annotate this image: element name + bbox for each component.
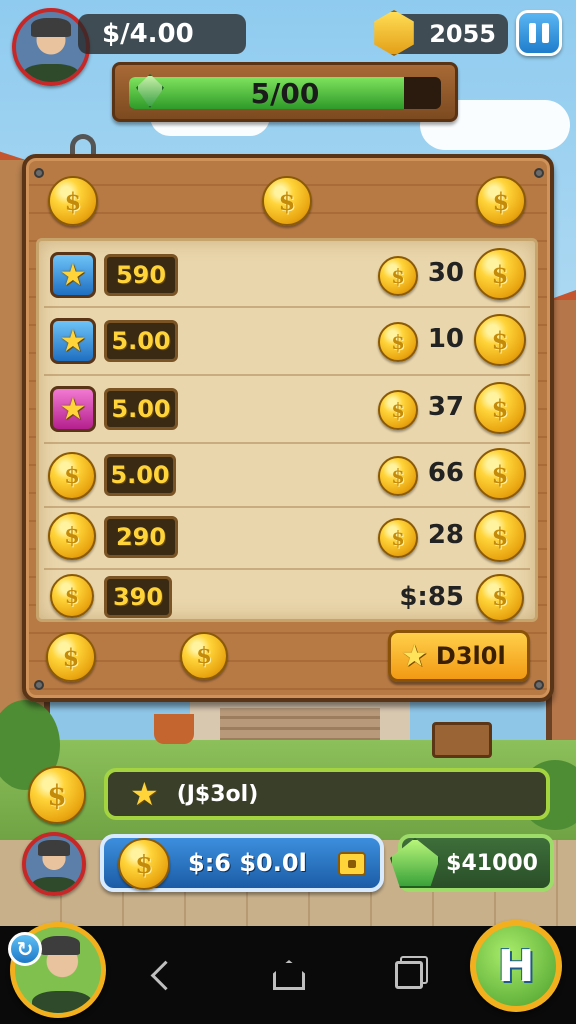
coin-icon bbox=[262, 176, 312, 226]
coin-icon bbox=[180, 632, 228, 680]
row-divider bbox=[44, 374, 530, 376]
gem-value: 2055 bbox=[429, 20, 496, 48]
price-tag: 290 bbox=[104, 516, 178, 558]
coin-icon bbox=[474, 382, 526, 434]
row-divider bbox=[44, 442, 530, 444]
progress-track: 5/00 bbox=[129, 77, 441, 109]
help-button[interactable]: H bbox=[470, 920, 562, 1012]
coin-icon bbox=[48, 176, 98, 226]
star-icon: ★ bbox=[50, 318, 96, 364]
coin-icon bbox=[48, 452, 96, 500]
coin-icon bbox=[474, 510, 526, 562]
bolt bbox=[534, 168, 544, 178]
price-tag: 590 bbox=[104, 254, 178, 296]
row-divider bbox=[44, 506, 530, 508]
pause-button[interactable] bbox=[516, 10, 562, 56]
wallet-icon bbox=[338, 852, 366, 876]
price-tag: 5.00 bbox=[104, 388, 178, 430]
coin-icon bbox=[378, 256, 418, 296]
deal-button-label: D3l0l bbox=[435, 642, 506, 670]
bolt bbox=[34, 168, 44, 178]
coin-icon bbox=[474, 448, 526, 500]
bolt bbox=[34, 680, 44, 690]
reward-value: $:85 bbox=[399, 582, 464, 612]
earnings-label: $41000 bbox=[446, 850, 538, 876]
coin-icon bbox=[474, 314, 526, 366]
bolt bbox=[534, 680, 544, 690]
quest-label: (J$3ol) bbox=[176, 781, 259, 807]
coin-icon bbox=[474, 248, 526, 300]
progress-label: 5/00 bbox=[250, 77, 320, 109]
coin-icon bbox=[46, 632, 96, 682]
price-tag: 5.00 bbox=[104, 454, 176, 496]
price-tag: 5.00 bbox=[104, 320, 178, 362]
pause-bar bbox=[529, 23, 536, 43]
flower-pot bbox=[154, 714, 194, 744]
coin-icon bbox=[378, 390, 418, 430]
refresh-icon[interactable]: ↻ bbox=[8, 932, 42, 966]
level-progress: 5/00 bbox=[112, 62, 458, 122]
star-icon: ★ bbox=[130, 775, 159, 813]
hat bbox=[40, 935, 81, 955]
reward-value: 37 bbox=[427, 392, 464, 422]
bench bbox=[432, 722, 492, 758]
coin-icon bbox=[476, 574, 524, 622]
coin-icon bbox=[476, 176, 526, 226]
row-divider bbox=[44, 306, 530, 308]
back-icon[interactable] bbox=[144, 958, 178, 992]
deal-button[interactable]: ★ D3l0l bbox=[388, 630, 530, 682]
row-divider bbox=[44, 568, 530, 570]
reward-value: 10 bbox=[427, 324, 464, 354]
coin-icon bbox=[378, 456, 418, 496]
recent-apps-icon[interactable] bbox=[392, 958, 426, 992]
star-icon: ★ bbox=[50, 386, 96, 432]
star-icon: ★ bbox=[50, 252, 96, 298]
player-avatar[interactable] bbox=[22, 832, 86, 896]
steps bbox=[220, 708, 380, 742]
cash-value: $/4.00 bbox=[102, 19, 194, 49]
coin-icon bbox=[118, 838, 170, 890]
coin-icon bbox=[378, 518, 418, 558]
hat bbox=[38, 840, 70, 857]
pause-bar bbox=[542, 23, 549, 43]
reward-value: 28 bbox=[427, 520, 464, 550]
cash-counter: $/4.00 bbox=[78, 14, 246, 54]
coin-icon bbox=[378, 322, 418, 362]
coin-icon bbox=[50, 574, 94, 618]
coin-icon bbox=[48, 512, 96, 560]
coin-icon bbox=[28, 766, 86, 824]
price-tag: 390 bbox=[104, 576, 172, 618]
hat bbox=[31, 17, 71, 38]
star-icon: ★ bbox=[401, 638, 428, 674]
balance-label: $:6 $0.0l bbox=[188, 849, 307, 877]
reward-value: 66 bbox=[427, 458, 464, 488]
quest-bar[interactable]: ★ (J$3ol) bbox=[104, 768, 550, 820]
home-icon[interactable] bbox=[272, 958, 306, 992]
reward-value: 30 bbox=[427, 258, 464, 288]
